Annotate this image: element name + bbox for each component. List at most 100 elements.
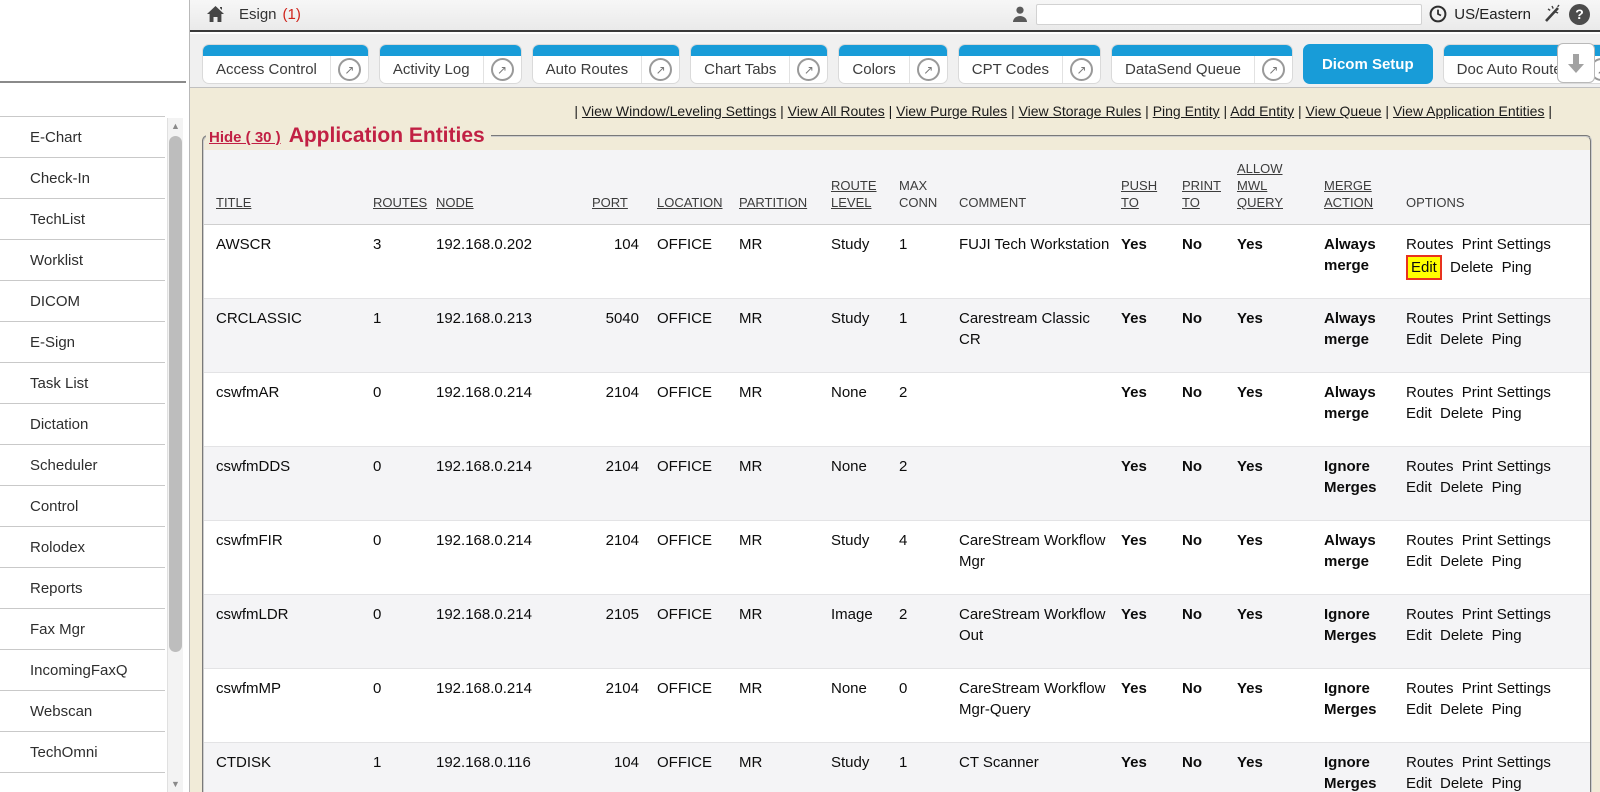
option-delete-link[interactable]: Delete bbox=[1440, 625, 1483, 646]
scroll-down-icon[interactable]: ▼ bbox=[168, 776, 183, 792]
tab-scroll-down-button[interactable] bbox=[1557, 43, 1595, 83]
option-print-settings-link[interactable]: Print Settings bbox=[1462, 604, 1551, 625]
hide-link[interactable]: Hide ( 30 ) bbox=[209, 129, 281, 146]
option-routes-link[interactable]: Routes bbox=[1406, 678, 1454, 699]
tab-open-arrow[interactable]: ↗ bbox=[641, 56, 679, 83]
option-print-settings-link[interactable]: Print Settings bbox=[1462, 530, 1551, 551]
sidebar-item-incomingfaxq[interactable]: IncomingFaxQ bbox=[0, 650, 165, 691]
tab-open-arrow[interactable]: ↗ bbox=[330, 56, 368, 83]
sidebar-item-check-in[interactable]: Check-In bbox=[0, 158, 165, 199]
help-icon[interactable]: ? bbox=[1569, 4, 1590, 25]
option-ping-link[interactable]: Ping bbox=[1492, 625, 1522, 646]
column-header-routes[interactable]: ROUTES bbox=[373, 150, 436, 225]
tab-open-arrow[interactable]: ↗ bbox=[1254, 56, 1292, 83]
option-delete-link[interactable]: Delete bbox=[1450, 257, 1493, 278]
tab-datasend-queue[interactable]: DataSend Queue↗ bbox=[1111, 44, 1293, 84]
option-routes-link[interactable]: Routes bbox=[1406, 234, 1454, 255]
option-ping-link[interactable]: Ping bbox=[1492, 551, 1522, 572]
column-header-print_to[interactable]: PRINTTO bbox=[1182, 150, 1237, 225]
option-edit-link[interactable]: Edit bbox=[1406, 773, 1432, 792]
link-view-application-entities[interactable]: View Application Entities bbox=[1393, 103, 1545, 119]
option-delete-link[interactable]: Delete bbox=[1440, 699, 1483, 720]
link-view-queue[interactable]: View Queue bbox=[1306, 103, 1382, 119]
sidebar-item-e-chart[interactable]: E-Chart bbox=[0, 117, 165, 158]
column-header-allow_mwl_query[interactable]: ALLOWMWLQUERY bbox=[1237, 150, 1324, 225]
option-print-settings-link[interactable]: Print Settings bbox=[1462, 456, 1551, 477]
option-delete-link[interactable]: Delete bbox=[1440, 329, 1483, 350]
column-header-title[interactable]: TITLE bbox=[204, 150, 373, 225]
sidebar-item-control[interactable]: Control bbox=[0, 486, 165, 527]
sidebar-scrollbar[interactable]: ▲ ▼ bbox=[167, 118, 183, 792]
sidebar-item-reports[interactable]: Reports bbox=[0, 568, 165, 609]
column-header-port[interactable]: PORT bbox=[592, 150, 657, 225]
option-print-settings-link[interactable]: Print Settings bbox=[1462, 382, 1551, 403]
option-edit-link[interactable]: Edit bbox=[1406, 329, 1432, 350]
option-routes-link[interactable]: Routes bbox=[1406, 456, 1454, 477]
option-delete-link[interactable]: Delete bbox=[1440, 551, 1483, 572]
option-routes-link[interactable]: Routes bbox=[1406, 530, 1454, 551]
option-edit-link[interactable]: Edit bbox=[1406, 477, 1432, 498]
sidebar-item-task-list[interactable]: Task List bbox=[0, 363, 165, 404]
option-print-settings-link[interactable]: Print Settings bbox=[1462, 308, 1551, 329]
link-view-all-routes[interactable]: View All Routes bbox=[788, 103, 885, 119]
column-header-push_to[interactable]: PUSHTO bbox=[1121, 150, 1182, 225]
column-header-merge_action[interactable]: MERGEACTION bbox=[1324, 150, 1406, 225]
sidebar-item-rolodex[interactable]: Rolodex bbox=[0, 527, 165, 568]
tab-cpt-codes[interactable]: CPT Codes↗ bbox=[958, 44, 1101, 84]
sidebar-item-dictation[interactable]: Dictation bbox=[0, 404, 165, 445]
tab-open-arrow[interactable]: ↗ bbox=[909, 56, 947, 83]
option-edit-link[interactable]: Edit bbox=[1406, 699, 1432, 720]
link-view-window-leveling-settings[interactable]: View Window/Leveling Settings bbox=[582, 103, 776, 119]
option-delete-link[interactable]: Delete bbox=[1440, 403, 1483, 424]
tab-open-arrow[interactable]: ↗ bbox=[1062, 56, 1100, 83]
tab-auto-routes[interactable]: Auto Routes↗ bbox=[532, 44, 681, 84]
magic-wand-icon[interactable] bbox=[1538, 3, 1562, 25]
option-print-settings-link[interactable]: Print Settings bbox=[1462, 234, 1551, 255]
option-print-settings-link[interactable]: Print Settings bbox=[1462, 752, 1551, 773]
esign-tab-crumb[interactable]: Esign (1) bbox=[239, 6, 301, 23]
sidebar-item-techlist[interactable]: TechList bbox=[0, 199, 165, 240]
column-header-partition[interactable]: PARTITION bbox=[739, 150, 831, 225]
sidebar-scrollbar-thumb[interactable] bbox=[169, 136, 182, 652]
sidebar-item-fax-mgr[interactable]: Fax Mgr bbox=[0, 609, 165, 650]
option-routes-link[interactable]: Routes bbox=[1406, 308, 1454, 329]
option-routes-link[interactable]: Routes bbox=[1406, 752, 1454, 773]
option-edit-link[interactable]: Edit bbox=[1406, 625, 1432, 646]
option-edit-link[interactable]: Edit bbox=[1406, 551, 1432, 572]
option-ping-link[interactable]: Ping bbox=[1492, 699, 1522, 720]
sidebar-item-worklist[interactable]: Worklist bbox=[0, 240, 165, 281]
tab-access-control[interactable]: Access Control↗ bbox=[202, 44, 369, 84]
column-header-route_level[interactable]: ROUTELEVEL bbox=[831, 150, 899, 225]
sidebar-item-scheduler[interactable]: Scheduler bbox=[0, 445, 165, 486]
tab-chart-tabs[interactable]: Chart Tabs↗ bbox=[690, 44, 828, 84]
column-header-location[interactable]: LOCATION bbox=[657, 150, 739, 225]
link-view-storage-rules[interactable]: View Storage Rules bbox=[1019, 103, 1142, 119]
column-header-node[interactable]: NODE bbox=[436, 150, 592, 225]
option-edit-link[interactable]: Edit bbox=[1406, 403, 1432, 424]
option-ping-link[interactable]: Ping bbox=[1502, 257, 1532, 278]
search-input[interactable] bbox=[1036, 4, 1422, 25]
sidebar-item-dicom[interactable]: DICOM bbox=[0, 281, 165, 322]
option-ping-link[interactable]: Ping bbox=[1492, 773, 1522, 792]
option-edit-link[interactable]: Edit bbox=[1406, 255, 1442, 280]
option-routes-link[interactable]: Routes bbox=[1406, 604, 1454, 625]
home-icon[interactable] bbox=[206, 5, 225, 23]
option-print-settings-link[interactable]: Print Settings bbox=[1462, 678, 1551, 699]
link-ping-entity[interactable]: Ping Entity bbox=[1153, 103, 1220, 119]
tab-open-arrow[interactable]: ↗ bbox=[483, 56, 521, 83]
option-delete-link[interactable]: Delete bbox=[1440, 773, 1483, 792]
option-routes-link[interactable]: Routes bbox=[1406, 382, 1454, 403]
option-ping-link[interactable]: Ping bbox=[1492, 477, 1522, 498]
sidebar-item-techomni[interactable]: TechOmni bbox=[0, 732, 165, 773]
tab-activity-log[interactable]: Activity Log↗ bbox=[379, 44, 522, 84]
link-view-purge-rules[interactable]: View Purge Rules bbox=[896, 103, 1007, 119]
link-add-entity[interactable]: Add Entity bbox=[1230, 103, 1294, 119]
scroll-up-icon[interactable]: ▲ bbox=[168, 118, 183, 134]
option-delete-link[interactable]: Delete bbox=[1440, 477, 1483, 498]
tab-open-arrow[interactable]: ↗ bbox=[789, 56, 827, 83]
tab-dicom-setup[interactable]: Dicom Setup bbox=[1303, 44, 1433, 84]
sidebar-item-e-sign[interactable]: E-Sign bbox=[0, 322, 165, 363]
tab-colors[interactable]: Colors↗ bbox=[838, 44, 947, 84]
sidebar-item-webscan[interactable]: Webscan bbox=[0, 691, 165, 732]
option-ping-link[interactable]: Ping bbox=[1492, 329, 1522, 350]
